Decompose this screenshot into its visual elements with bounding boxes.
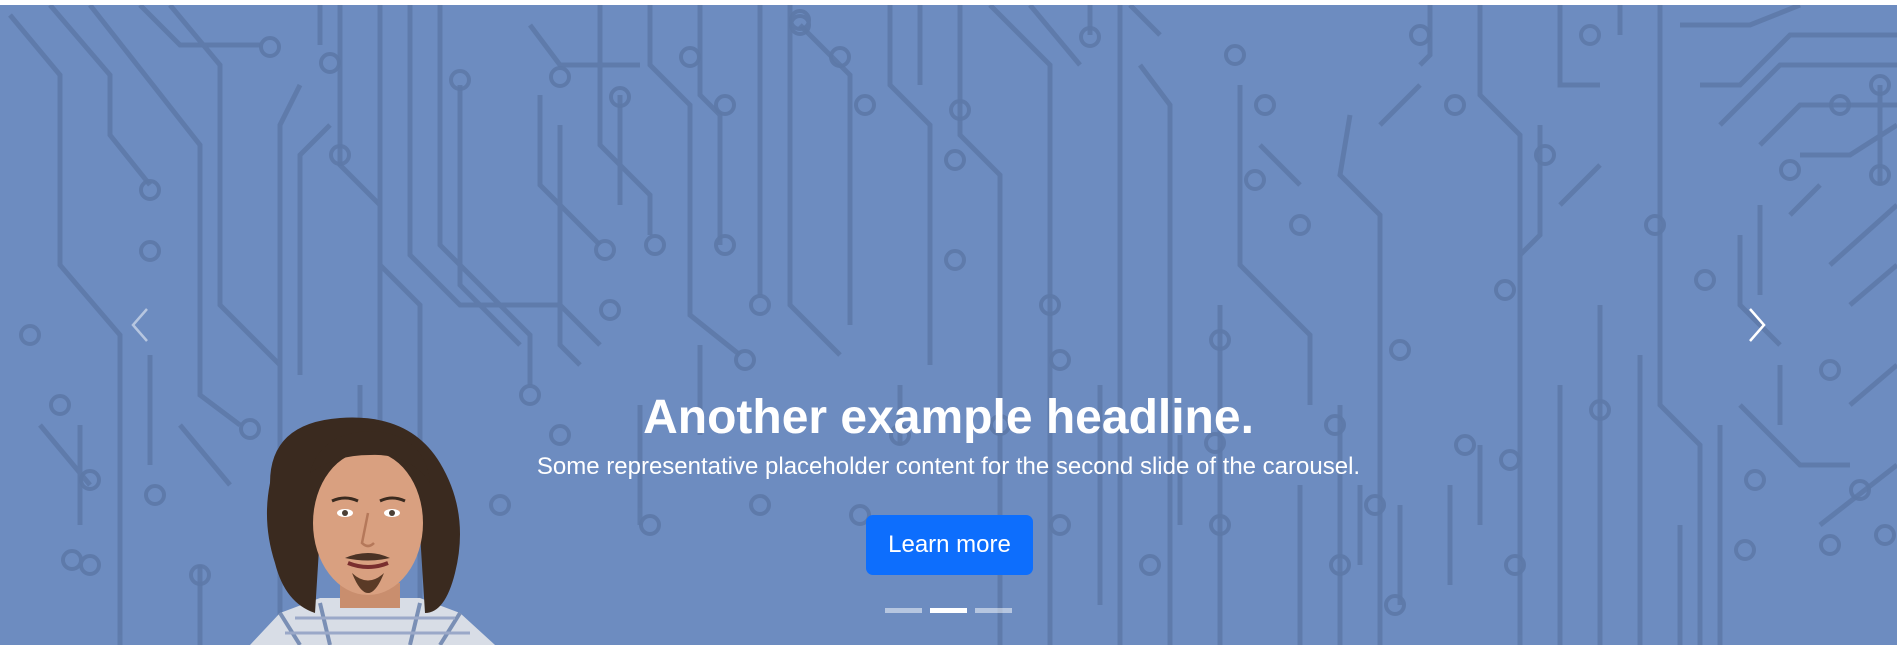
- carousel-indicator-3[interactable]: [975, 608, 1012, 613]
- hero-carousel: Another example headline. Some represent…: [0, 5, 1897, 645]
- learn-more-button[interactable]: Learn more: [866, 515, 1033, 575]
- carousel-indicator-1[interactable]: [885, 608, 922, 613]
- carousel-prev-button[interactable]: [60, 5, 220, 645]
- carousel-indicators: [0, 608, 1897, 620]
- chevron-right-icon: [1749, 308, 1766, 342]
- chevron-left-icon: [131, 308, 148, 342]
- slide-headline: Another example headline.: [643, 391, 1254, 444]
- carousel-next-button[interactable]: [1677, 5, 1837, 645]
- slide-body-text: Some representative placeholder content …: [536, 453, 1361, 480]
- carousel-indicator-2[interactable]: [930, 608, 967, 613]
